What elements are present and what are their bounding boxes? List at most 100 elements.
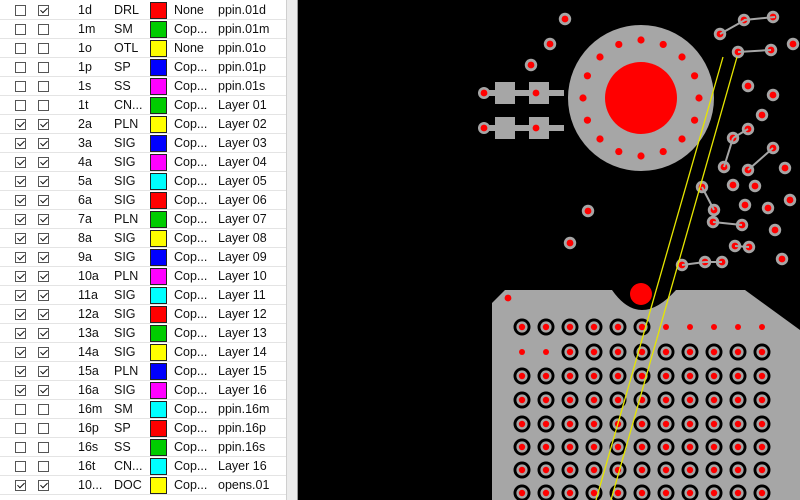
layer-visible-checkbox[interactable]: [15, 214, 26, 225]
layer-row[interactable]: 13a SIG Cop... Layer 13: [0, 324, 286, 343]
layer-visible-checkbox[interactable]: [15, 5, 26, 16]
layer-enable-checkbox[interactable]: [38, 62, 49, 73]
layer-color-swatch[interactable]: [150, 21, 167, 38]
layer-color-swatch[interactable]: [150, 268, 167, 285]
layer-row[interactable]: 10a PLN Cop... Layer 10: [0, 267, 286, 286]
layer-enable-checkbox[interactable]: [38, 43, 49, 54]
layer-row[interactable]: 8a SIG Cop... Layer 08: [0, 229, 286, 248]
layer-row[interactable]: 4a SIG Cop... Layer 04: [0, 153, 286, 172]
layer-enable-checkbox[interactable]: [38, 252, 49, 263]
layer-color-swatch[interactable]: [150, 2, 167, 19]
layer-visible-checkbox[interactable]: [15, 423, 26, 434]
layer-row[interactable]: 15a PLN Cop... Layer 15: [0, 362, 286, 381]
layer-row[interactable]: 10... DOC Cop... opens.01: [0, 476, 286, 495]
layer-row[interactable]: 1s SS Cop... ppin.01s: [0, 77, 286, 96]
layer-color-swatch[interactable]: [150, 116, 167, 133]
layer-enable-checkbox[interactable]: [38, 138, 49, 149]
layer-visible-checkbox[interactable]: [15, 100, 26, 111]
layer-enable-checkbox[interactable]: [38, 214, 49, 225]
layer-color-swatch[interactable]: [150, 135, 167, 152]
layer-row[interactable]: 5a SIG Cop... Layer 05: [0, 172, 286, 191]
layer-visible-checkbox[interactable]: [15, 157, 26, 168]
layer-color-swatch[interactable]: [150, 344, 167, 361]
layer-row[interactable]: 12a SIG Cop... Layer 12: [0, 305, 286, 324]
layer-visible-checkbox[interactable]: [15, 271, 26, 282]
layer-enable-checkbox[interactable]: [38, 271, 49, 282]
layer-enable-checkbox[interactable]: [38, 176, 49, 187]
layer-row[interactable]: 1d DRL None ppin.01d: [0, 1, 286, 20]
layer-visible-checkbox[interactable]: [15, 309, 26, 320]
layer-visible-checkbox[interactable]: [15, 347, 26, 358]
layer-color-swatch[interactable]: [150, 249, 167, 266]
layer-row[interactable]: 16p SP Cop... ppin.16p: [0, 419, 286, 438]
layer-row[interactable]: 1t CN... Cop... Layer 01: [0, 96, 286, 115]
layer-enable-checkbox[interactable]: [38, 480, 49, 491]
layer-visible-checkbox[interactable]: [15, 290, 26, 301]
layer-row[interactable]: 16m SM Cop... ppin.16m: [0, 400, 286, 419]
pcb-canvas[interactable]: [298, 0, 800, 500]
layer-row[interactable]: 1o OTL None ppin.01o: [0, 39, 286, 58]
layer-visible-checkbox[interactable]: [15, 138, 26, 149]
layer-enable-checkbox[interactable]: [38, 119, 49, 130]
layer-row[interactable]: 11a SIG Cop... Layer 11: [0, 286, 286, 305]
layer-enable-checkbox[interactable]: [38, 347, 49, 358]
layer-enable-checkbox[interactable]: [38, 328, 49, 339]
layer-color-swatch[interactable]: [150, 173, 167, 190]
layer-enable-checkbox[interactable]: [38, 309, 49, 320]
layer-visible-checkbox[interactable]: [15, 442, 26, 453]
layer-color-swatch[interactable]: [150, 59, 167, 76]
layer-visible-checkbox[interactable]: [15, 328, 26, 339]
layer-enable-checkbox[interactable]: [38, 195, 49, 206]
layer-color-swatch[interactable]: [150, 306, 167, 323]
layer-visible-checkbox[interactable]: [15, 62, 26, 73]
layer-color-swatch[interactable]: [150, 401, 167, 418]
layer-visible-checkbox[interactable]: [15, 480, 26, 491]
layer-visible-checkbox[interactable]: [15, 385, 26, 396]
layer-visible-checkbox[interactable]: [15, 366, 26, 377]
layer-row[interactable]: 9a SIG Cop... Layer 09: [0, 248, 286, 267]
layer-visible-checkbox[interactable]: [15, 404, 26, 415]
layer-enable-checkbox[interactable]: [38, 366, 49, 377]
layer-row[interactable]: 16a SIG Cop... Layer 16: [0, 381, 286, 400]
layer-visible-checkbox[interactable]: [15, 43, 26, 54]
layer-enable-checkbox[interactable]: [38, 442, 49, 453]
layer-color-swatch[interactable]: [150, 420, 167, 437]
layer-row[interactable]: 14a SIG Cop... Layer 14: [0, 343, 286, 362]
layer-enable-checkbox[interactable]: [38, 461, 49, 472]
layer-row[interactable]: 16s SS Cop... ppin.16s: [0, 438, 286, 457]
layer-enable-checkbox[interactable]: [38, 423, 49, 434]
layer-visible-checkbox[interactable]: [15, 24, 26, 35]
layer-visible-checkbox[interactable]: [15, 233, 26, 244]
layer-enable-checkbox[interactable]: [38, 404, 49, 415]
pcb-board-view[interactable]: [298, 0, 800, 500]
layer-enable-checkbox[interactable]: [38, 5, 49, 16]
layer-row[interactable]: 1m SM Cop... ppin.01m: [0, 20, 286, 39]
layer-row[interactable]: 7a PLN Cop... Layer 07: [0, 210, 286, 229]
layer-color-swatch[interactable]: [150, 192, 167, 209]
layer-color-swatch[interactable]: [150, 211, 167, 228]
layer-color-swatch[interactable]: [150, 97, 167, 114]
layer-visible-checkbox[interactable]: [15, 176, 26, 187]
layer-visible-checkbox[interactable]: [15, 195, 26, 206]
layer-enable-checkbox[interactable]: [38, 157, 49, 168]
layer-visible-checkbox[interactable]: [15, 252, 26, 263]
layer-color-swatch[interactable]: [150, 458, 167, 475]
layer-row[interactable]: 2a PLN Cop... Layer 02: [0, 115, 286, 134]
layer-enable-checkbox[interactable]: [38, 385, 49, 396]
layer-row[interactable]: 6a SIG Cop... Layer 06: [0, 191, 286, 210]
layer-color-swatch[interactable]: [150, 325, 167, 342]
layer-visible-checkbox[interactable]: [15, 81, 26, 92]
layer-enable-checkbox[interactable]: [38, 290, 49, 301]
layer-visible-checkbox[interactable]: [15, 119, 26, 130]
layer-color-swatch[interactable]: [150, 363, 167, 380]
layer-color-swatch[interactable]: [150, 287, 167, 304]
layer-color-swatch[interactable]: [150, 154, 167, 171]
layer-enable-checkbox[interactable]: [38, 24, 49, 35]
layer-color-swatch[interactable]: [150, 40, 167, 57]
layer-row[interactable]: 16t CN... Cop... Layer 16: [0, 457, 286, 476]
layer-color-swatch[interactable]: [150, 439, 167, 456]
layer-color-swatch[interactable]: [150, 477, 167, 494]
layer-enable-checkbox[interactable]: [38, 81, 49, 92]
layer-visible-checkbox[interactable]: [15, 461, 26, 472]
panel-splitter[interactable]: [286, 0, 298, 500]
